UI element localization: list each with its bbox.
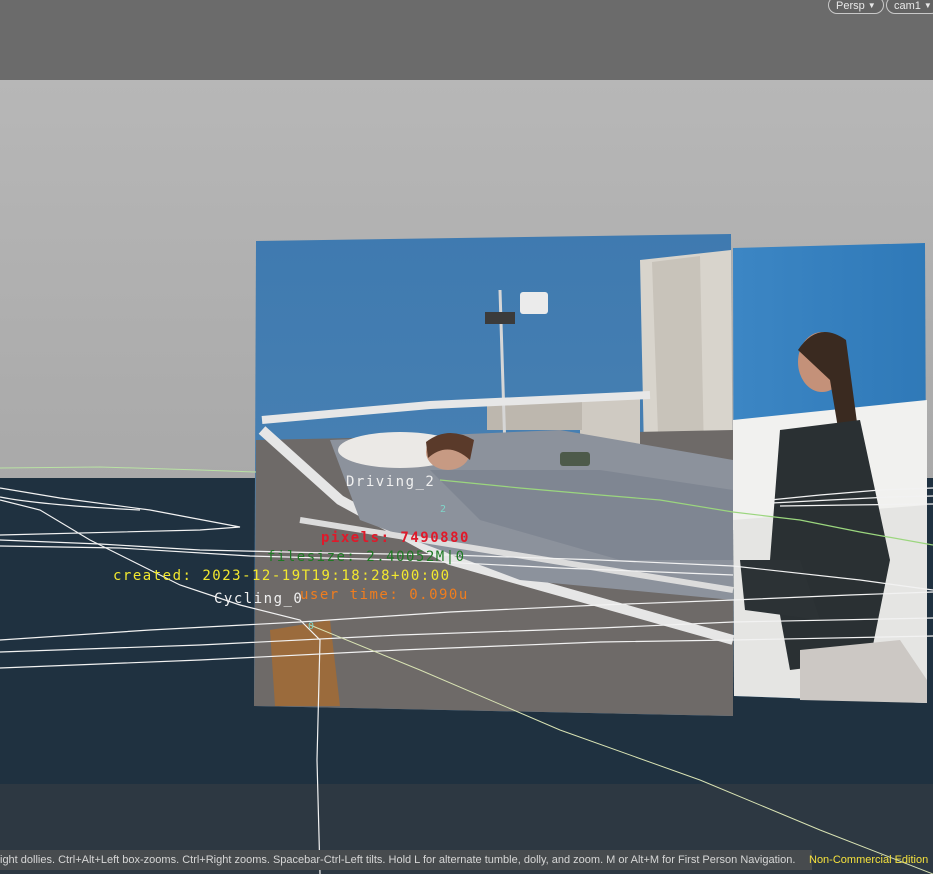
object-label-driving[interactable]: Driving_2 <box>346 474 435 490</box>
viewport-canvas[interactable]: 2 0 <box>0 0 933 874</box>
cycling-index-marker: 0 <box>308 621 314 632</box>
driving-index-marker: 2 <box>440 504 446 515</box>
photo-card-main[interactable] <box>254 234 735 716</box>
object-label-cycling[interactable]: Cycling_0 <box>214 591 303 607</box>
info-user-time: user time: 0.090u <box>300 587 469 603</box>
horizon-path <box>0 466 257 473</box>
status-hint-bar: ight dollies. Ctrl+Alt+Left box-zooms. C… <box>0 850 812 870</box>
photo-card-side[interactable] <box>733 243 927 703</box>
edition-label: Non-Commercial Edition <box>809 854 929 866</box>
info-created: created: 2023-12-19T19:18:28+00:00 <box>113 568 451 584</box>
info-filesize: filesize: 2.40052M|0 <box>267 549 466 565</box>
info-pixels: pixels: 7490880 <box>321 530 470 546</box>
status-hint-text: ight dollies. Ctrl+Alt+Left box-zooms. C… <box>0 854 796 866</box>
